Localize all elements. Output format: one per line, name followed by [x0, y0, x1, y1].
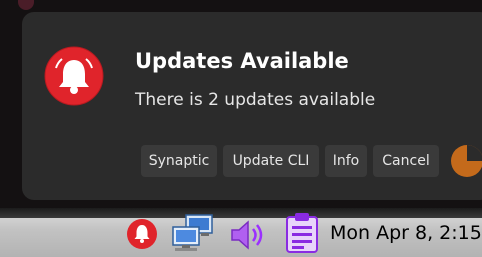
- notification-message: There is 2 updates available: [135, 90, 376, 110]
- taskbar-top-strip: [0, 208, 482, 218]
- taskbar-clock[interactable]: Mon Apr 8, 2:15: [330, 222, 482, 244]
- volume-icon[interactable]: [228, 219, 268, 251]
- clipboard-icon[interactable]: [284, 212, 320, 254]
- update-cli-button[interactable]: Update CLI: [223, 145, 319, 177]
- notification-title: Updates Available: [135, 49, 349, 73]
- cancel-button[interactable]: Cancel: [373, 145, 439, 177]
- info-button[interactable]: Info: [325, 145, 367, 177]
- update-notification: Updates Available There is 2 updates ava…: [22, 12, 482, 200]
- alert-bell-icon[interactable]: [126, 218, 158, 250]
- network-icon[interactable]: [170, 213, 216, 253]
- synaptic-button[interactable]: Synaptic: [141, 145, 217, 177]
- orange-timer-icon: [451, 145, 482, 177]
- alert-bell-icon: [44, 46, 104, 106]
